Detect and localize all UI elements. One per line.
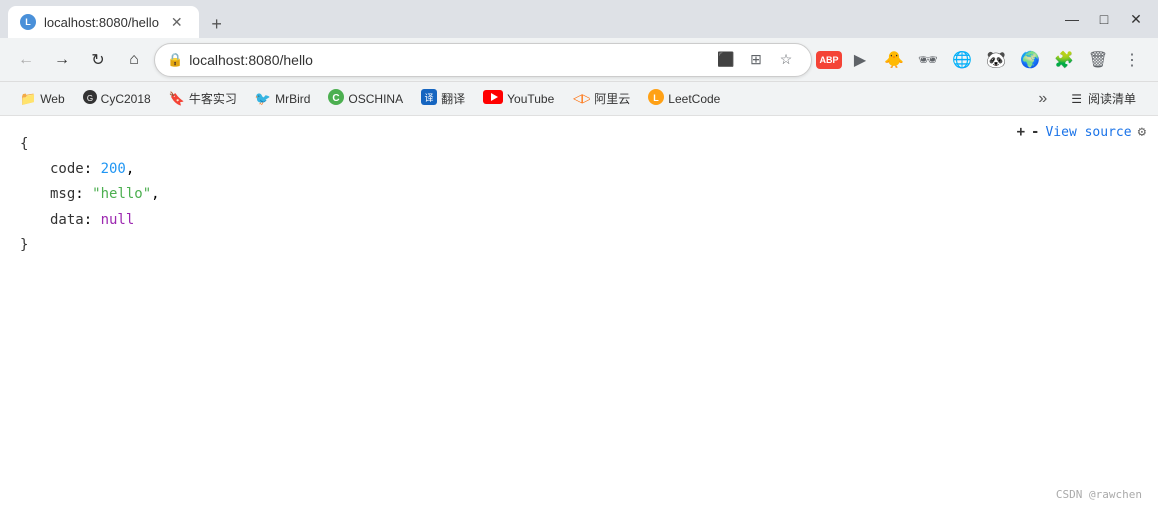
cyc2018-icon: G [83, 90, 97, 107]
code-key: code [50, 161, 84, 177]
leetcode-label: LeetCode [668, 92, 720, 106]
ext-puzzle-btn[interactable]: 🧩 [1048, 44, 1080, 76]
content-area: + - View source ⚙ { code: 200, msg: "hel… [0, 116, 1158, 513]
ext-duck-btn[interactable]: 🐥 [878, 44, 910, 76]
abp-button[interactable]: ABP [816, 51, 842, 69]
view-source-link[interactable]: View source [1045, 121, 1131, 144]
close-brace: } [20, 237, 28, 253]
open-brace: { [20, 136, 28, 152]
ext-panda-btn[interactable]: 🐼 [980, 44, 1012, 76]
bookmark-youtube[interactable]: YouTube [475, 86, 562, 111]
reading-mode-icon: ☰ [1071, 92, 1082, 106]
ext-trash-btn[interactable]: 🗑 [1082, 44, 1114, 76]
tab-close-button[interactable]: ✕ [167, 12, 187, 33]
svg-text:◁▷: ◁▷ [573, 91, 590, 105]
bookmark-web[interactable]: 📁 Web [12, 87, 73, 111]
address-icons: ⬛ ⊞ ☆ [713, 47, 799, 73]
zoom-plus-btn[interactable]: + [1017, 120, 1025, 145]
youtube-icon [483, 90, 503, 107]
oschina-label: OSCHINA [348, 92, 403, 106]
back-button[interactable]: ← [10, 44, 42, 76]
window-controls: — □ ✕ [1058, 5, 1150, 33]
ext-globe-btn[interactable]: 🌐 [946, 44, 978, 76]
oschina-icon: C [328, 89, 344, 108]
home-button[interactable]: ⌂ [118, 44, 150, 76]
ext-mask-btn[interactable]: 🕶 [912, 44, 944, 76]
data-key: data [50, 212, 84, 228]
niuke-label: 牛客实习 [189, 90, 237, 107]
bookmark-cyc2018[interactable]: G CyC2018 [75, 86, 159, 111]
tab-search-btn[interactable]: ⊞ [743, 47, 769, 73]
fanyi-label: 翻译 [441, 90, 465, 107]
bookmark-aliyun[interactable]: ◁▷ 阿里云 [564, 85, 638, 112]
svg-text:译: 译 [425, 93, 434, 103]
bookmark-star-btn[interactable]: ☆ [773, 47, 799, 73]
aliyun-icon: ◁▷ [572, 89, 590, 108]
niuke-icon: 🔖 [169, 91, 185, 107]
bookmarks-bar: 📁 Web G CyC2018 🔖 牛客实习 🐦 MrBird C OSCHIN… [0, 82, 1158, 116]
svg-text:L: L [654, 93, 660, 103]
bookmark-niuke[interactable]: 🔖 牛客实习 [161, 86, 245, 111]
web-icon: 📁 [20, 91, 36, 107]
msg-key: msg [50, 186, 75, 202]
code-value: 200 [101, 161, 126, 177]
tab-favicon: L [20, 14, 36, 30]
cast-icon-btn[interactable]: ⬛ [713, 47, 739, 73]
reading-mode-btn[interactable]: ☰ 阅读清单 [1061, 86, 1146, 111]
toolbar: ← → ↻ ⌂ 🔒 localhost:8080/hello ⬛ ⊞ ☆ ABP… [0, 38, 1158, 82]
titlebar: L localhost:8080/hello ✕ + — □ ✕ [0, 0, 1158, 38]
mrbird-label: MrBird [275, 92, 310, 106]
maximize-button[interactable]: □ [1090, 5, 1118, 33]
address-bar[interactable]: 🔒 localhost:8080/hello ⬛ ⊞ ☆ [154, 43, 812, 77]
ext-earth-btn[interactable]: 🌍 [1014, 44, 1046, 76]
more-menu-btn[interactable]: ⋮ [1116, 44, 1148, 76]
data-value: null [101, 212, 135, 228]
tab-area: L localhost:8080/hello ✕ + [8, 0, 1052, 38]
reading-mode-label: 阅读清单 [1088, 90, 1136, 107]
svg-text:G: G [87, 94, 93, 103]
zoom-minus-btn[interactable]: - [1031, 120, 1039, 145]
mrbird-icon: 🐦 [255, 91, 271, 107]
reload-button[interactable]: ↻ [82, 44, 114, 76]
svg-text:C: C [333, 93, 340, 104]
forward-button[interactable]: → [46, 44, 78, 76]
lock-icon: 🔒 [167, 52, 183, 68]
active-tab[interactable]: L localhost:8080/hello ✕ [8, 6, 199, 38]
address-text: localhost:8080/hello [189, 52, 707, 68]
youtube-label: YouTube [507, 92, 554, 106]
aliyun-label: 阿里云 [594, 90, 630, 107]
cyc2018-label: CyC2018 [101, 92, 151, 106]
msg-value: "hello" [92, 186, 151, 202]
leetcode-icon: L [648, 89, 664, 108]
ext-play-btn[interactable]: ▶ [844, 44, 876, 76]
minimize-button[interactable]: — [1058, 5, 1086, 33]
more-bookmarks-btn[interactable]: » [1030, 86, 1055, 112]
json-content: { code: 200, msg: "hello", data: null } [20, 132, 1138, 258]
web-label: Web [40, 92, 64, 106]
fanyi-icon: 译 [421, 89, 437, 108]
bookmark-oschina[interactable]: C OSCHINA [320, 85, 411, 112]
view-source-gear-icon[interactable]: ⚙ [1138, 120, 1146, 145]
close-button[interactable]: ✕ [1122, 5, 1150, 33]
toolbar-actions: ABP ▶ 🐥 🕶 🌐 🐼 🌍 🧩 🗑 ⋮ [816, 44, 1148, 76]
bookmark-leetcode[interactable]: L LeetCode [640, 85, 728, 112]
bookmark-fanyi[interactable]: 译 翻译 [413, 85, 473, 112]
watermark: CSDN @rawchen [1056, 485, 1142, 505]
bookmark-mrbird[interactable]: 🐦 MrBird [247, 87, 319, 111]
tab-title: localhost:8080/hello [44, 15, 159, 30]
new-tab-button[interactable]: + [203, 10, 231, 38]
view-source-bar: + - View source ⚙ [1017, 120, 1146, 145]
